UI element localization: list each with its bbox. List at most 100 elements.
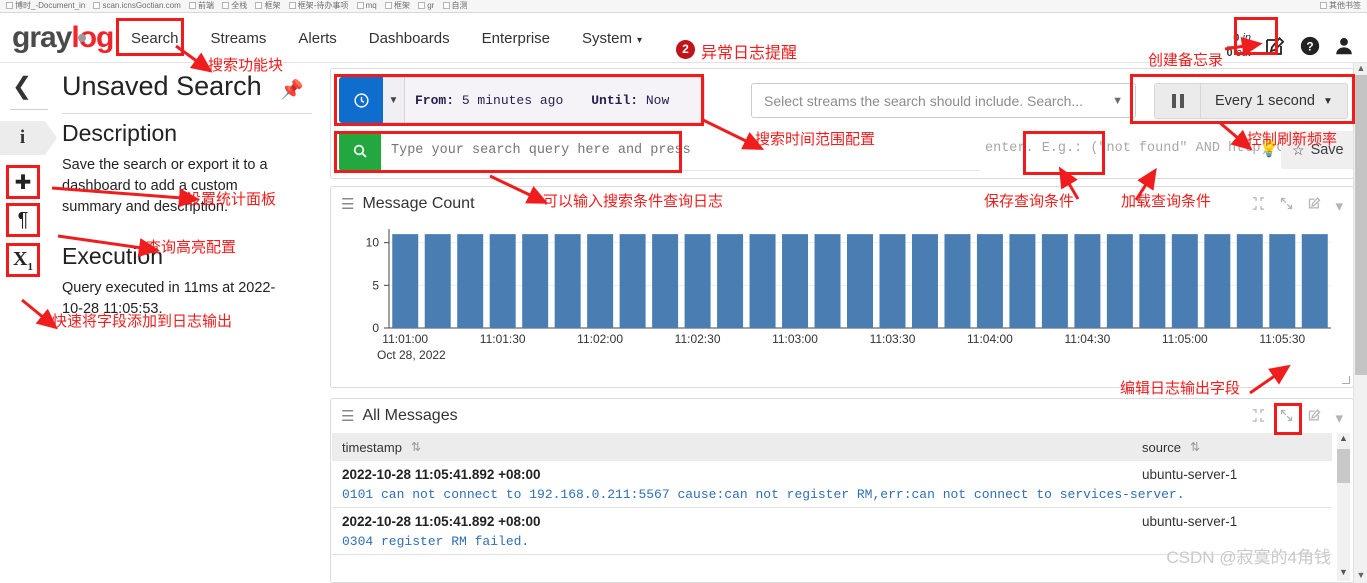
chart-bar[interactable] [684, 234, 711, 328]
chart-bar[interactable] [522, 234, 549, 328]
annotation-text-stats-panel: 设置统计面板 [186, 191, 277, 208]
widget-resize-handle[interactable] [1342, 376, 1350, 384]
stream-selector[interactable]: Select streams the search should include… [751, 83, 1136, 118]
nav-link-system[interactable]: System [566, 24, 658, 53]
scroll-up-icon[interactable]: ▲ [1337, 433, 1350, 447]
bookmark-item[interactable]: 全栈 [222, 0, 247, 12]
chart-bar[interactable] [489, 234, 516, 328]
sidebar-item-highlighting[interactable]: ¶ [6, 203, 40, 237]
chart-bar[interactable] [1106, 234, 1133, 328]
chart-bar[interactable] [1301, 234, 1328, 328]
edit-icon[interactable] [1307, 196, 1322, 215]
nav-link-search[interactable]: Search [115, 24, 195, 53]
chart-bar[interactable] [1041, 234, 1068, 328]
bookmark-item[interactable]: scan.icnsGoctian.com [93, 0, 181, 12]
scroll-down-icon[interactable]: ▼ [1337, 567, 1350, 581]
chevron-down-icon[interactable]: ▾ [1335, 197, 1343, 215]
column-header-source[interactable]: source ⇅ [1142, 440, 1200, 455]
nav-link-alerts[interactable]: Alerts [282, 24, 352, 53]
sort-icon[interactable]: ⇅ [411, 440, 421, 454]
chart-bar[interactable] [392, 234, 419, 328]
bookmark-item[interactable]: 框架 [384, 0, 410, 12]
collapse-sidebar-icon[interactable]: ❮ [12, 75, 32, 99]
chart-bar[interactable] [717, 234, 744, 328]
edit-icon[interactable] [1307, 408, 1322, 427]
scroll-down-icon[interactable]: ▼ [1354, 570, 1367, 583]
scrollbar-thumb[interactable] [1337, 449, 1350, 483]
help-icon[interactable]: ? [1299, 35, 1323, 59]
nav-link-enterprise[interactable]: Enterprise [466, 24, 566, 53]
table-row[interactable]: 2022-10-28 11:05:41.892 +08:00 ubuntu-se… [332, 461, 1332, 508]
bookmark-label: 全栈 [231, 1, 248, 10]
bookmark-item[interactable]: 博时_-Document_in [6, 0, 85, 12]
create-note-icon[interactable] [1263, 35, 1287, 59]
bookmark-item[interactable]: 自测 [442, 0, 468, 12]
chart-bar[interactable] [1236, 234, 1263, 328]
bookmark-item[interactable]: gr [418, 0, 434, 12]
column-header-timestamp[interactable]: timestamp ⇅ [332, 440, 1142, 455]
messages-table-scrollbar[interactable]: ▲ ▼ [1337, 433, 1350, 581]
chart-bar[interactable] [1074, 234, 1101, 328]
chart-bar[interactable] [847, 234, 873, 328]
page-scrollbar-thumb[interactable] [1355, 75, 1367, 375]
time-range-dropdown-caret[interactable]: ▼ [383, 77, 405, 123]
sidebar-item-fields[interactable]: X1 [6, 243, 40, 277]
chart-bar[interactable] [587, 234, 614, 328]
nav-link-dashboards[interactable]: Dashboards [353, 24, 466, 53]
chart-bar[interactable] [814, 234, 841, 328]
chart-bar[interactable] [1171, 234, 1198, 328]
sidebar-item-add-widget[interactable]: ✚ [6, 165, 40, 199]
chart-bar[interactable] [619, 234, 646, 328]
chart-bar[interactable] [424, 234, 451, 328]
collapse-icon[interactable] [1251, 408, 1266, 427]
drag-handle-icon[interactable]: ☰ [341, 195, 354, 213]
bookmark-label: mq [365, 1, 377, 10]
time-range-selector[interactable]: ▼ From: 5 minutes ago Until: Now [339, 77, 705, 123]
chart-bar[interactable] [1204, 234, 1231, 328]
messages-table-header: timestamp ⇅ source ⇅ [332, 433, 1332, 461]
chart-bar[interactable] [911, 234, 938, 328]
page-scrollbar[interactable]: ▲ ▼ [1353, 63, 1367, 583]
graylog-logo[interactable]: graylog [12, 21, 114, 54]
bookmark-item[interactable]: 前端 [188, 0, 214, 12]
collapse-icon[interactable] [1251, 196, 1266, 215]
drag-handle-icon[interactable]: ☰ [341, 407, 354, 425]
chart-y-tick-label: 10 [366, 236, 380, 250]
chart-bar[interactable] [782, 234, 809, 328]
other-bookmarks-item[interactable]: 其他书签 [1320, 0, 1361, 12]
chart-bar[interactable] [1269, 234, 1296, 328]
throughput-indicator: 0 in 0 out [1226, 32, 1251, 60]
clock-icon[interactable] [339, 77, 383, 123]
chart-bar[interactable] [1139, 234, 1166, 328]
chart-bar[interactable] [944, 234, 971, 328]
bookmark-item[interactable]: 框架-待办事项 [288, 0, 348, 12]
sort-icon[interactable]: ⇅ [1190, 440, 1200, 454]
alert-count-badge[interactable]: 2 [676, 40, 695, 59]
chart-bar[interactable] [749, 234, 776, 328]
bookmark-favicon [418, 2, 426, 9]
pause-refresh-button[interactable] [1155, 84, 1201, 118]
time-range-display[interactable]: From: 5 minutes ago Until: Now [405, 77, 705, 123]
sidebar-item-info[interactable]: i [0, 121, 57, 155]
chart-bar[interactable] [976, 234, 1003, 328]
logo-text-log: log [71, 21, 114, 54]
column-header-label: source [1142, 439, 1182, 455]
bookmark-item[interactable]: mq [356, 0, 377, 12]
browser-bookmarks-bar[interactable]: 博时_-Document_in scan.icnsGoctian.com 前端 … [0, 0, 1367, 13]
fullscreen-icon[interactable] [1279, 408, 1294, 427]
fullscreen-icon[interactable] [1279, 196, 1294, 215]
chart-bar[interactable] [1009, 234, 1036, 328]
chart-bar[interactable] [879, 234, 906, 328]
nav-link-streams[interactable]: Streams [195, 24, 283, 53]
chart-bar[interactable] [457, 234, 484, 328]
pin-icon[interactable]: 📌 [280, 78, 304, 102]
chart-bar[interactable] [652, 234, 679, 328]
search-submit-button[interactable] [339, 131, 381, 171]
user-account-icon[interactable] [1333, 35, 1357, 59]
message-count-widget: ☰ Message Count ▾ 0 5 10 11:01:00 11:01:30 11… [330, 186, 1354, 388]
chart-bar[interactable] [554, 234, 581, 328]
chevron-down-icon[interactable]: ▾ [1335, 409, 1343, 427]
refresh-interval-dropdown[interactable]: Every 1 second ▼ [1201, 84, 1347, 118]
bookmark-item[interactable]: 框架 [255, 0, 280, 12]
search-query-input[interactable] [381, 131, 979, 171]
